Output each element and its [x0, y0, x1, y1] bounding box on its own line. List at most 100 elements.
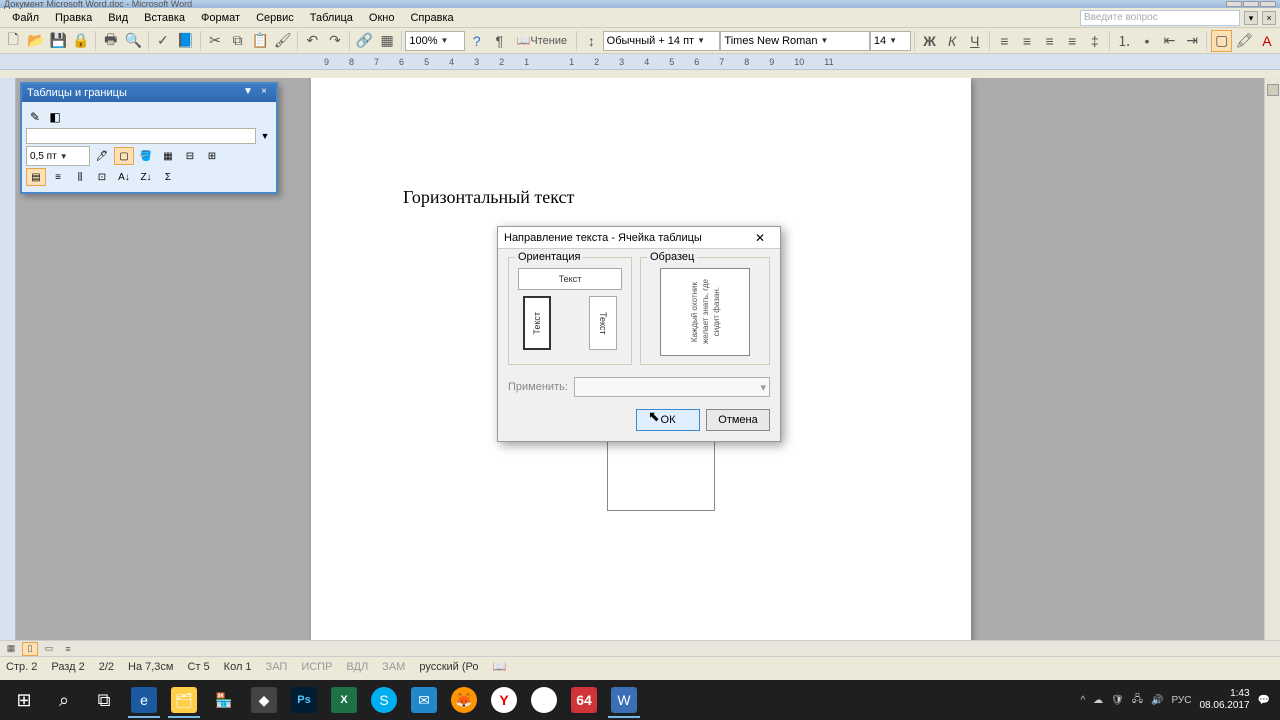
hyperlink-icon[interactable]: 🔗	[354, 30, 375, 52]
undo-icon[interactable]: ↶	[302, 30, 323, 52]
increase-indent-icon[interactable]: ⇥	[1182, 30, 1203, 52]
format-painter-icon[interactable]: 🖌	[273, 30, 294, 52]
font-color-icon[interactable]: A	[1257, 30, 1278, 52]
justify-icon[interactable]: ≡	[1062, 30, 1083, 52]
taskbar-chrome[interactable]: ◉	[524, 682, 564, 718]
tray-clock[interactable]: 1:43 08.06.2017	[1199, 688, 1249, 712]
line-width-combo[interactable]: 0,5 пт▼	[26, 146, 90, 166]
taskbar-explorer[interactable]: 🗂	[164, 682, 204, 718]
tables-borders-panel[interactable]: Таблицы и границы ▼× ✎ ◧ ▼ 0,5 пт▼ 🖊 ▢ 🪣…	[20, 82, 278, 194]
sort-desc-icon[interactable]: Z↓	[136, 168, 156, 186]
panel-title-bar[interactable]: Таблицы и границы ▼×	[22, 84, 276, 102]
tray-volume-icon[interactable]: 🔊	[1151, 695, 1163, 706]
status-rec[interactable]: ЗАП	[266, 661, 288, 673]
menu-tools[interactable]: Сервис	[248, 10, 302, 26]
status-ext[interactable]: ВДЛ	[346, 661, 368, 673]
cancel-button[interactable]: Отмена	[706, 409, 770, 431]
status-language[interactable]: русский (Ро	[419, 661, 478, 673]
open-icon[interactable]: 📂	[26, 30, 47, 52]
align-right-icon[interactable]: ≡	[1039, 30, 1060, 52]
taskbar-aida64[interactable]: 64	[564, 682, 604, 718]
taskbar-yandex[interactable]: Y	[484, 682, 524, 718]
start-button[interactable]: ⊞	[4, 682, 44, 718]
research-icon[interactable]: 📘	[175, 30, 196, 52]
font-combo[interactable]: Times New Roman▼	[720, 31, 869, 51]
taskbar-store[interactable]: 🏪	[204, 682, 244, 718]
arrow-icon[interactable]: ↕	[581, 30, 602, 52]
menu-window[interactable]: Окно	[361, 10, 403, 26]
menu-view[interactable]: Вид	[100, 10, 136, 26]
task-view-icon[interactable]: ⧉	[84, 682, 124, 718]
direction-horizontal-button[interactable]: Текст	[518, 268, 622, 290]
font-size-combo[interactable]: 14▼	[870, 31, 911, 51]
print-preview-icon[interactable]: 🔍	[123, 30, 144, 52]
taskbar-firefox[interactable]: 🦊	[444, 682, 484, 718]
apply-to-combo[interactable]: ▾	[574, 377, 770, 397]
menu-table[interactable]: Таблица	[302, 10, 361, 26]
autosum-icon[interactable]: Σ	[158, 168, 178, 186]
taskbar-edge[interactable]: e	[124, 682, 164, 718]
tray-onedrive-icon[interactable]: ☁	[1093, 695, 1103, 706]
style-combo[interactable]: Обычный + 14 пт▼	[603, 31, 721, 51]
highlight-icon[interactable]: 🖍	[1234, 30, 1255, 52]
tray-language[interactable]: РУС	[1171, 695, 1191, 706]
taskbar-app2[interactable]: ✉	[404, 682, 444, 718]
tray-notifications-icon[interactable]: 💬	[1258, 695, 1270, 706]
status-ovr[interactable]: ЗАМ	[382, 661, 405, 673]
zoom-combo[interactable]: 100%▼	[405, 31, 465, 51]
show-codes-icon[interactable]: ¶	[489, 30, 510, 52]
help-icon[interactable]: ?	[466, 30, 487, 52]
cut-icon[interactable]: ✂	[205, 30, 226, 52]
bold-icon[interactable]: Ж	[919, 30, 940, 52]
draw-table-icon[interactable]: ✎	[26, 108, 44, 126]
line-style-combo[interactable]	[26, 128, 256, 144]
taskbar-photoshop[interactable]: Ps	[284, 682, 324, 718]
shading-color-icon[interactable]: 🪣	[136, 147, 156, 165]
border-color-icon[interactable]: 🖊	[92, 147, 112, 165]
normal-view-icon[interactable]: ▦	[3, 642, 19, 656]
new-doc-icon[interactable]: 🗋	[3, 30, 24, 52]
insert-table-icon[interactable]: ▦	[158, 147, 178, 165]
menu-format[interactable]: Формат	[193, 10, 248, 26]
taskbar-excel[interactable]: X	[324, 682, 364, 718]
help-dropdown-icon[interactable]: ▾	[1244, 11, 1258, 25]
line-style-dropdown-icon[interactable]: ▼	[258, 131, 272, 141]
bullets-icon[interactable]: •	[1137, 30, 1158, 52]
underline-icon[interactable]: Ч	[964, 30, 985, 52]
autoformat-icon[interactable]: ⊡	[92, 168, 112, 186]
outline-view-icon[interactable]: ≡	[60, 642, 76, 656]
panel-options-icon[interactable]: ▼	[241, 87, 255, 99]
save-icon[interactable]: 💾	[48, 30, 69, 52]
direction-vertical-up-button[interactable]: Текст	[523, 296, 551, 350]
numbering-icon[interactable]: ⒈	[1114, 30, 1135, 52]
help-question-input[interactable]: Введите вопрос	[1080, 10, 1240, 26]
menu-edit[interactable]: Правка	[47, 10, 100, 26]
dialog-close-icon[interactable]: ✕	[746, 229, 774, 247]
horizontal-ruler[interactable]: 9876543211234567891011	[0, 54, 1280, 70]
menu-help[interactable]: Справка	[402, 10, 461, 26]
menu-file[interactable]: Файл	[4, 10, 47, 26]
spellcheck-icon[interactable]: ✓	[153, 30, 174, 52]
status-spellcheck-icon[interactable]: 📖	[493, 660, 507, 673]
print-icon[interactable]: 🖶	[100, 30, 121, 52]
distribute-rows-icon[interactable]: ≡	[48, 168, 68, 186]
borders-icon[interactable]: ▢	[1211, 30, 1232, 52]
sort-asc-icon[interactable]: A↓	[114, 168, 134, 186]
tray-up-icon[interactable]: ^	[1080, 695, 1085, 706]
menu-insert[interactable]: Вставка	[136, 10, 193, 26]
align-left-icon[interactable]: ≡	[994, 30, 1015, 52]
web-layout-view-icon[interactable]: ▭	[41, 642, 57, 656]
status-trk[interactable]: ИСПР	[301, 661, 332, 673]
reading-layout-button[interactable]: 📖 Чтение	[512, 30, 572, 52]
panel-close-icon[interactable]: ×	[257, 87, 271, 99]
permissions-icon[interactable]: 🔒	[71, 30, 92, 52]
tables-borders-icon[interactable]: ▦	[377, 30, 398, 52]
distribute-cols-icon[interactable]: ⫼	[70, 168, 90, 186]
italic-icon[interactable]: К	[942, 30, 963, 52]
decrease-indent-icon[interactable]: ⇤	[1159, 30, 1180, 52]
tray-network-icon[interactable]: 🖧	[1132, 692, 1143, 709]
ok-button[interactable]: ОК	[636, 409, 700, 431]
align-cell-icon[interactable]: ▤	[26, 168, 46, 186]
merge-cells-icon[interactable]: ⊟	[180, 147, 200, 165]
tray-shield-icon[interactable]: 🛡	[1111, 695, 1124, 706]
